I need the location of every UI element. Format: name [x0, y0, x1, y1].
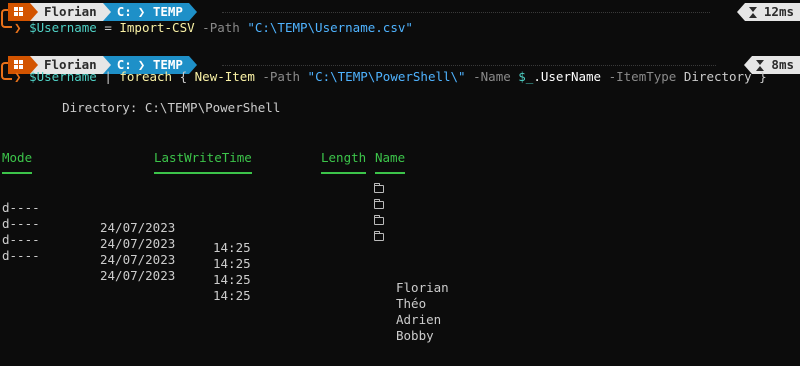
header-length: Length	[321, 150, 367, 165]
timer-value: 12ms	[763, 4, 794, 19]
terminal-window[interactable]: Florian C: ❯ TEMP 12ms ❯ $Username = Imp…	[0, 0, 800, 343]
path-separator-icon: ❯	[137, 4, 153, 19]
header-mode: Mode	[2, 150, 33, 165]
command-line[interactable]: ❯ $Username = Import-CSV -Path "C:\TEMP\…	[14, 18, 413, 38]
prompt-filler	[222, 12, 710, 13]
drive-label: C:	[116, 4, 132, 19]
prompt-chevron-icon: ❯	[14, 20, 30, 35]
path-label: TEMP	[152, 4, 183, 19]
directory-line: Directory: C:\TEMP\PowerShell	[32, 100, 281, 115]
command-line[interactable]: ❯ $Username | foreach { New-Item -Path "…	[14, 67, 767, 87]
hourglass-icon	[748, 6, 758, 18]
row-name: Bobby	[396, 328, 434, 343]
table-row: d---- 24/07/2023 14:25 Bobby	[0, 226, 800, 343]
folder-icon	[374, 183, 384, 193]
header-lastwritetime: LastWriteTime	[154, 150, 252, 165]
header-name: Name	[375, 150, 406, 165]
header-underline	[2, 172, 32, 174]
header-underline	[321, 172, 366, 174]
folder-icon	[374, 231, 384, 241]
timer-value: 8ms	[771, 57, 794, 72]
prompt-filler	[222, 65, 716, 66]
row-date: 24/07/2023	[100, 268, 176, 283]
prompt-connector-bottom	[1, 69, 12, 80]
execution-timer: 12ms	[736, 3, 800, 21]
row-mode: d----	[2, 248, 40, 263]
row-time: 14:25	[213, 288, 251, 303]
windows-icon	[14, 7, 24, 17]
header-underline	[154, 172, 252, 174]
prompt-connector-bottom	[1, 17, 12, 28]
folder-icon	[374, 199, 384, 209]
prompt-chevron-icon: ❯	[14, 69, 30, 84]
folder-icon	[374, 215, 384, 225]
header-underline	[375, 172, 405, 174]
